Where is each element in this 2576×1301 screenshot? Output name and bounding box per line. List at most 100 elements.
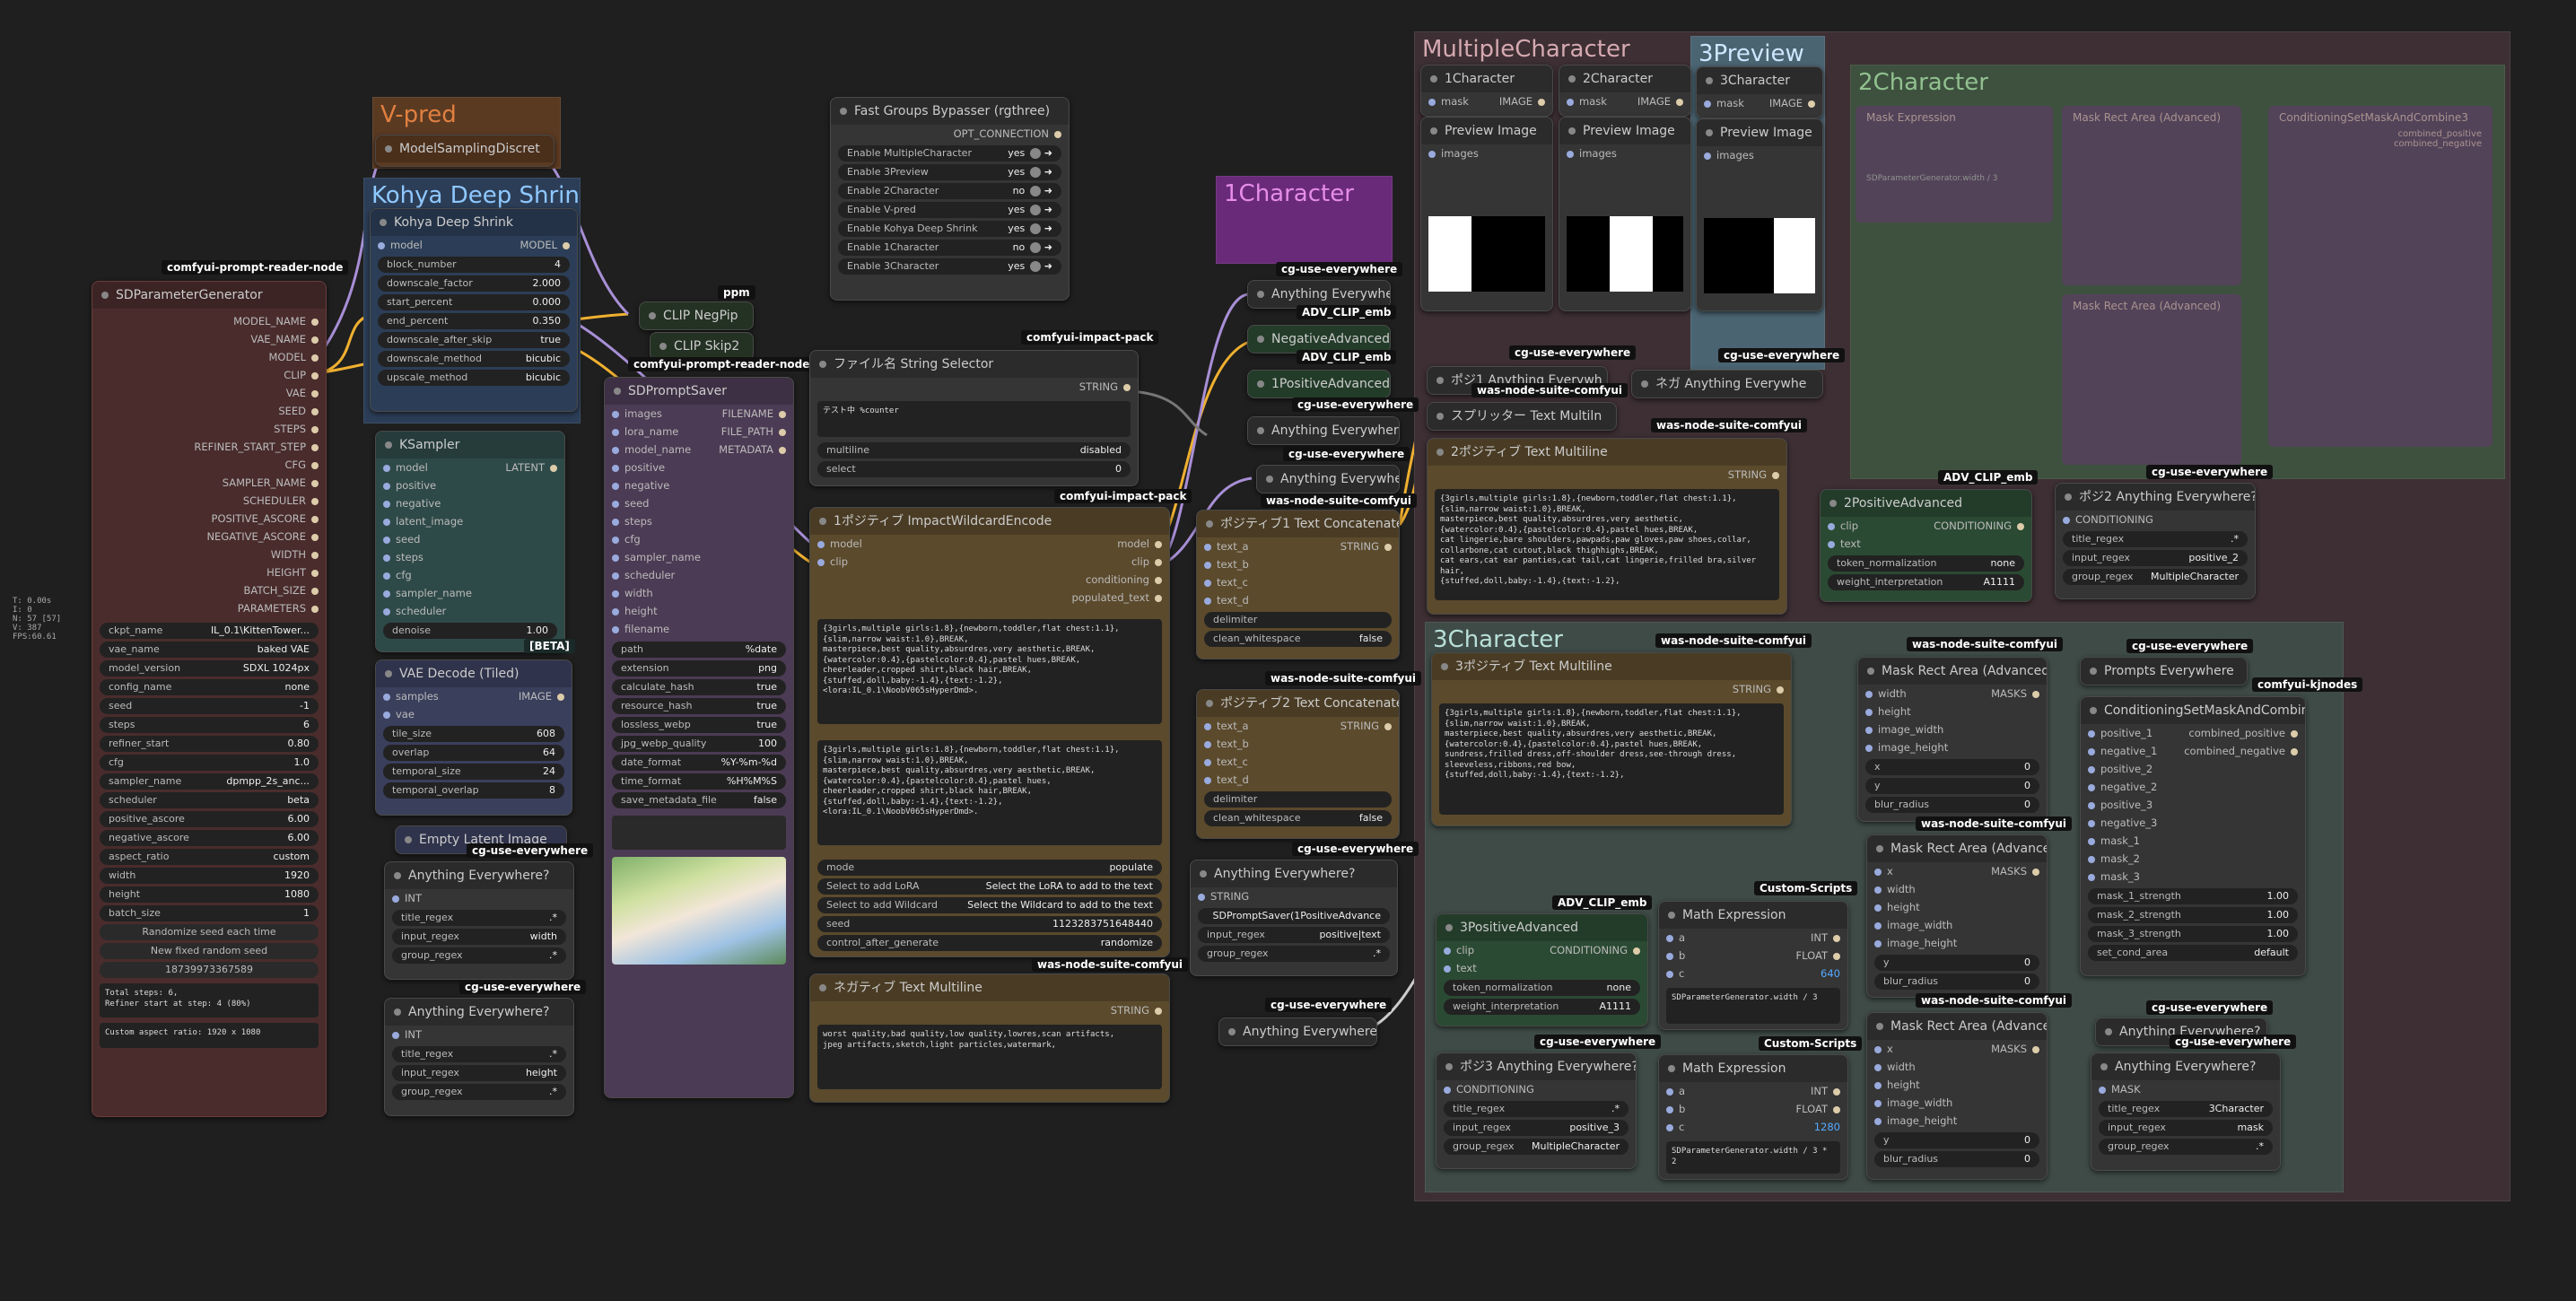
- widget-multiline[interactable]: multiline disabled: [817, 442, 1131, 458]
- input-socket[interactable]: filename: [612, 620, 669, 638]
- input-socket[interactable]: negative_3: [2088, 814, 2157, 832]
- output-image[interactable]: IMAGE: [1769, 94, 1815, 112]
- input-images[interactable]: images: [1428, 144, 1479, 162]
- widget-lossless-webp[interactable]: lossless_webp true: [612, 717, 786, 733]
- toggle-icon[interactable]: [1030, 148, 1042, 159]
- input-socket[interactable]: image_height: [1865, 738, 1948, 756]
- output-latent[interactable]: LATENT: [505, 458, 557, 476]
- input-socket[interactable]: text_a: [1204, 537, 1249, 555]
- output-masks[interactable]: MASKS: [1991, 685, 2039, 703]
- input-mask[interactable]: mask: [1567, 92, 1607, 110]
- input-socket[interactable]: positive: [383, 476, 436, 494]
- wildcard-text-2[interactable]: {3girls,multiple girls:1.8},{newborn,tod…: [817, 740, 1162, 845]
- output-socket[interactable]: STEPS: [274, 420, 319, 438]
- text-concatenate-1-node[interactable]: ポジティブ1 Text Concatenate text_a STRING text…: [1196, 510, 1400, 659]
- input-socket[interactable]: height: [612, 602, 658, 620]
- input-vae[interactable]: vae: [383, 705, 415, 723]
- input-socket[interactable]: height: [1874, 898, 1920, 916]
- input-socket[interactable]: image_width: [1874, 1094, 1952, 1112]
- output-socket[interactable]: CFG: [284, 456, 319, 474]
- model-sampling-discrete-node[interactable]: ModelSamplingDiscret: [375, 135, 554, 167]
- input-socket[interactable]: image_height: [1874, 934, 1957, 952]
- input-samples[interactable]: samples: [383, 687, 439, 705]
- output-socket[interactable]: conditioning: [1086, 571, 1162, 589]
- widget-delimiter[interactable]: delimiter: [1204, 791, 1392, 808]
- dim-mask-rect-node[interactable]: Mask Rect Area (Advanced): [2062, 106, 2241, 285]
- widget-blur-radius[interactable]: blur_radius 0: [1874, 974, 2039, 990]
- output-string[interactable]: STRING: [1079, 378, 1131, 396]
- input-socket[interactable]: text_c: [1204, 753, 1248, 771]
- input-socket[interactable]: image_width: [1865, 720, 1943, 738]
- widget-value[interactable]: SDPromptSaver(1PositiveAdvance: [1198, 908, 1390, 924]
- toggle-icon[interactable]: [1030, 186, 1042, 196]
- widget-temporal-overlap[interactable]: temporal_overlap 8: [383, 782, 564, 799]
- input-socket[interactable]: height: [1874, 1076, 1920, 1094]
- output-socket[interactable]: METADATA: [719, 441, 786, 458]
- 3character-mask-node[interactable]: 3Character mask IMAGE: [1696, 66, 1823, 118]
- bypass-toggle-row[interactable]: Enable 3Preview yes ➜: [838, 164, 1061, 180]
- widget-downscale-factor[interactable]: downscale_factor 2.000: [378, 275, 570, 292]
- input-c[interactable]: c: [1666, 1118, 1684, 1136]
- widget-path[interactable]: path %date: [612, 642, 786, 658]
- widget-refiner-start[interactable]: refiner_start 0.80: [100, 736, 319, 752]
- widget-aspect-ratio[interactable]: aspect_ratio custom: [100, 849, 319, 865]
- widget-seed[interactable]: seed 1123283751648440: [817, 916, 1162, 932]
- toggle-icon[interactable]: [1030, 205, 1042, 215]
- widget-height[interactable]: height 1080: [100, 886, 319, 903]
- widget-y[interactable]: y0: [1865, 778, 2039, 794]
- widget-extension[interactable]: extension png: [612, 660, 786, 677]
- input-socket[interactable]: model: [817, 535, 862, 553]
- anything-everywhere-node-c[interactable]: Anything Everywhere: [1256, 465, 1400, 493]
- output-string[interactable]: STRING: [1340, 717, 1392, 735]
- anything-everywhere-width-node[interactable]: Anything Everywhere? INT title_regex .* in…: [384, 861, 574, 980]
- preview-image-2-node[interactable]: Preview Image images: [1559, 117, 1691, 311]
- input-a[interactable]: a: [1666, 929, 1685, 947]
- input-socket[interactable]: width: [612, 584, 653, 602]
- input-socket[interactable]: scheduler: [383, 602, 446, 620]
- input-int[interactable]: INT: [392, 1026, 422, 1043]
- input-socket[interactable]: mask_1: [2088, 832, 2140, 850]
- input-socket[interactable]: steps: [612, 512, 652, 530]
- widget-select-to-add-lora[interactable]: Select to add LoRA Select the LoRA to add…: [817, 878, 1162, 895]
- widget-input-regex[interactable]: input_regex mask: [2099, 1120, 2273, 1136]
- widget-block-number[interactable]: block_number 4: [378, 257, 570, 273]
- positive-advanced-3-node[interactable]: 3PositiveAdvanced clip CONDITIONING text …: [1436, 913, 1648, 1026]
- input-mask[interactable]: mask: [1428, 92, 1469, 110]
- widget-negative-ascore[interactable]: negative_ascore 6.00: [100, 830, 319, 846]
- anything-everywhere-node-b[interactable]: Anything Everywhere?: [1247, 416, 1400, 445]
- widget-time-format[interactable]: time_format %H%M%S: [612, 773, 786, 790]
- input-socket[interactable]: x: [1874, 862, 1893, 880]
- output-socket[interactable]: VAE: [286, 384, 319, 402]
- math-expression-2-node[interactable]: Math Expression a INT b FLOAT c 1280 SDPara…: [1658, 1054, 1848, 1180]
- arrow-right-icon[interactable]: ➜: [1041, 241, 1052, 253]
- output-socket[interactable]: SEED: [278, 402, 319, 420]
- output-model[interactable]: MODEL: [520, 236, 570, 254]
- widget-downscale-method[interactable]: downscale_method bicubic: [378, 351, 570, 367]
- input-clip[interactable]: clip: [1444, 941, 1474, 959]
- widget-select-to-add-wildcard[interactable]: Select to add Wildcard Select the Wildcar…: [817, 897, 1162, 913]
- widget-width[interactable]: width 1920: [100, 868, 319, 884]
- widget-title-regex[interactable]: title_regex 3Character: [2099, 1101, 2273, 1117]
- input-socket[interactable]: mask_3: [2088, 868, 2140, 886]
- preview-image-3-node[interactable]: Preview Image images: [1696, 118, 1823, 311]
- arrow-right-icon[interactable]: ➜: [1041, 166, 1052, 178]
- input-socket[interactable]: cfg: [383, 566, 412, 584]
- widget-group-regex[interactable]: group_regex .*: [392, 1084, 566, 1100]
- output-socket[interactable]: POSITIVE_ASCORE: [212, 510, 319, 528]
- filename-string-selector-node[interactable]: ファイル名 String Selector STRING テスト中 %count…: [809, 350, 1139, 486]
- widget-weight-interpretation[interactable]: weight_interpretation A1111: [1444, 999, 1640, 1015]
- output-socket[interactable]: REFINER_START_STEP: [194, 438, 319, 456]
- input-socket[interactable]: positive_3: [2088, 796, 2152, 814]
- mask-rect-area-2-node[interactable]: Mask Rect Area (Advanced) x MASKS width hei…: [1866, 834, 2048, 998]
- toggle-icon[interactable]: [1030, 242, 1042, 253]
- input-socket[interactable]: positive_1: [2088, 724, 2152, 742]
- widget-select[interactable]: select 0: [817, 461, 1131, 477]
- output-int[interactable]: INT: [1811, 929, 1840, 947]
- output-socket[interactable]: HEIGHT: [266, 563, 319, 581]
- output-socket[interactable]: combined_negative: [2184, 742, 2298, 760]
- output-socket[interactable]: FILE_PATH: [721, 423, 786, 441]
- input-socket[interactable]: positive_2: [2088, 760, 2152, 778]
- negative-text[interactable]: worst quality,bad quality,low quality,lo…: [817, 1025, 1162, 1089]
- output-socket[interactable]: FILENAME: [722, 405, 786, 423]
- ksampler-node[interactable]: KSampler model LATENT positive negative late…: [375, 431, 565, 652]
